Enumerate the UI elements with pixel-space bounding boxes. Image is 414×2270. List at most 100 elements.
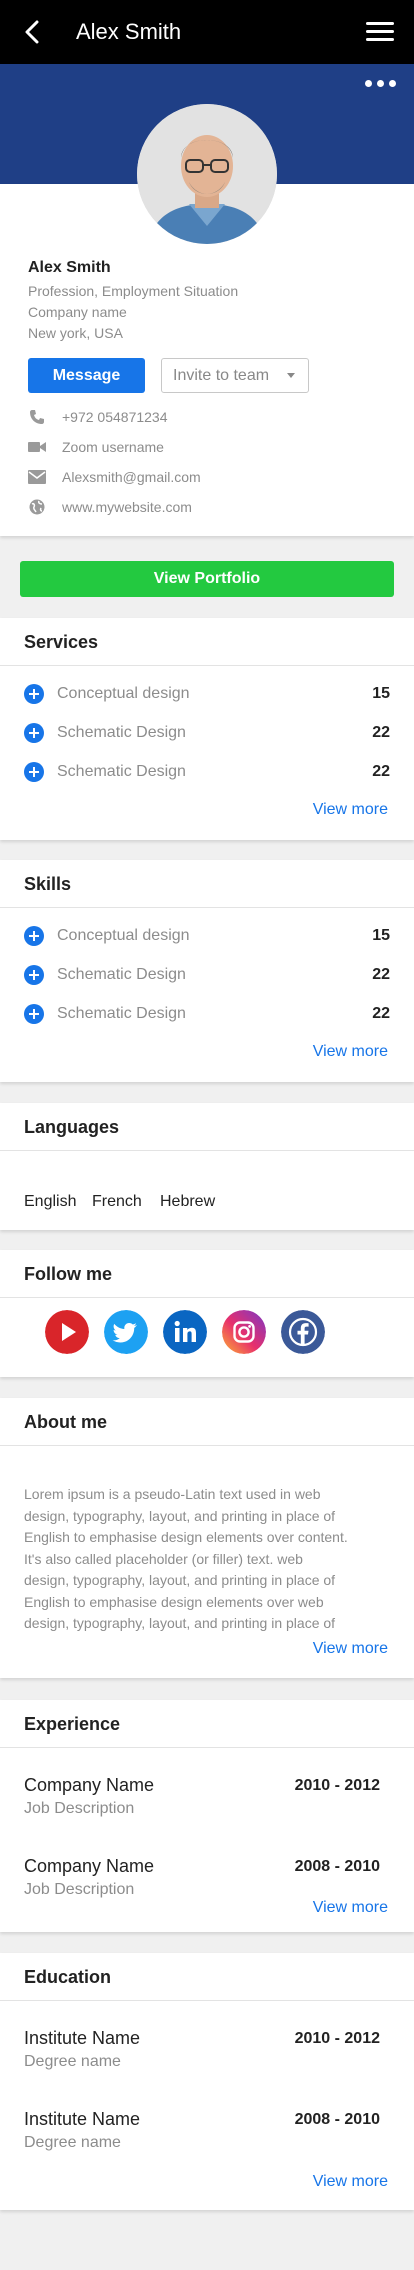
skill-count: 15: [372, 927, 390, 944]
service-count: 15: [372, 685, 390, 702]
about-line: It's also called placeholder (or filler)…: [24, 1550, 303, 1567]
facebook-icon[interactable]: [281, 1310, 325, 1354]
education-title: Education: [24, 1967, 112, 1987]
divider: [0, 1445, 414, 1446]
service-item[interactable]: Conceptual design 15: [24, 683, 390, 705]
divider: [0, 665, 414, 666]
contact-website[interactable]: www.mywebsite.com: [28, 497, 192, 517]
experience-years: 2008 - 2010: [294, 1858, 380, 1875]
avatar: [137, 104, 277, 244]
avatar-photo: [137, 104, 277, 244]
about-text: Lorem ipsum is a pseudo-Latin text used …: [24, 1484, 364, 1635]
view-portfolio-button[interactable]: View Portfolio: [20, 561, 394, 597]
profile-location: New york, USA: [28, 325, 123, 341]
education-years: 2010 - 2012: [294, 2030, 380, 2047]
plus-circle-icon[interactable]: [24, 1004, 44, 1024]
skill-count: 22: [372, 1005, 390, 1022]
experience-view-more-link[interactable]: View more: [313, 1899, 388, 1917]
language-item: French: [92, 1193, 142, 1210]
service-count: 22: [372, 763, 390, 780]
services-title: Services: [24, 632, 99, 652]
experience-card: Experience Company Name 2010 - 2012 Job …: [0, 1700, 414, 1932]
globe-icon: [28, 498, 46, 516]
skill-item[interactable]: Conceptual design 15: [24, 925, 390, 947]
profile-name: Alex Smith: [28, 259, 111, 276]
education-degree: Degree name: [24, 2134, 121, 2151]
twitter-icon[interactable]: [104, 1310, 148, 1354]
education-view-more-link[interactable]: View more: [313, 2173, 388, 2191]
about-line: design, typography, layout, and printing…: [24, 1507, 336, 1524]
language-item: English: [24, 1193, 77, 1210]
services-card: Services Conceptual design 15 Schematic …: [0, 618, 414, 840]
education-card: Education Institute Name 2010 - 2012 Deg…: [0, 1953, 414, 2210]
skills-title: Skills: [24, 874, 72, 894]
follow-title: Follow me: [24, 1264, 113, 1284]
service-label: Schematic Design: [57, 724, 186, 741]
profile-company: Company name: [28, 304, 127, 320]
divider: [0, 1150, 414, 1151]
divider: [0, 1747, 414, 1748]
language-item: Hebrew: [160, 1193, 216, 1210]
service-label: Conceptual design: [57, 685, 190, 702]
divider: [0, 2000, 414, 2001]
divider: [0, 1297, 414, 1298]
about-view-more-link[interactable]: View more: [313, 1640, 388, 1658]
follow-card: Follow me: [0, 1250, 414, 1377]
experience-title: Experience: [24, 1714, 121, 1734]
services-view-more-link[interactable]: View more: [313, 801, 388, 819]
about-line: design, typography, layout, and printing…: [24, 1572, 336, 1588]
plus-circle-icon[interactable]: [24, 965, 44, 985]
linkedin-icon[interactable]: [163, 1310, 207, 1354]
profile-profession: Profession, Employment Situation: [28, 283, 239, 299]
video-camera-icon: [28, 438, 46, 456]
service-count: 22: [372, 724, 390, 741]
education-institute: Institute Name: [24, 2109, 141, 2129]
about-line: design, typography, layout, and printing…: [24, 1615, 336, 1631]
experience-years: 2010 - 2012: [294, 1777, 380, 1794]
skill-label: Schematic Design: [57, 966, 186, 983]
youtube-icon[interactable]: [45, 1310, 89, 1354]
education-degree: Degree name: [24, 2053, 121, 2070]
skills-view-more-link[interactable]: View more: [313, 1043, 388, 1061]
invite-to-team-select[interactable]: Invite to team: [161, 358, 309, 393]
skill-label: Conceptual design: [57, 927, 190, 944]
skills-card: Skills Conceptual design 15 Schematic De…: [0, 860, 414, 1082]
skill-item[interactable]: Schematic Design 22: [24, 1003, 390, 1025]
languages-card: Languages English French Hebrew: [0, 1103, 414, 1230]
divider: [0, 907, 414, 908]
phone-icon: [28, 408, 46, 426]
service-label: Schematic Design: [57, 763, 186, 780]
skill-label: Schematic Design: [57, 1005, 186, 1022]
experience-description: Job Description: [24, 1881, 135, 1898]
skill-item[interactable]: Schematic Design 22: [24, 964, 390, 986]
instagram-icon[interactable]: [222, 1310, 266, 1354]
education-institute: Institute Name: [24, 2028, 141, 2048]
mail-icon: [28, 468, 46, 486]
contact-phone[interactable]: +972 054871234: [28, 407, 168, 427]
invite-select-label: Invite to team: [173, 367, 270, 384]
about-card: About me Lorem ipsum is a pseudo-Latin t…: [0, 1398, 414, 1678]
contact-text: Alexsmith@gmail.com: [62, 469, 201, 485]
contact-text: Zoom username: [62, 439, 164, 455]
service-item[interactable]: Schematic Design 22: [24, 761, 390, 783]
profile-card: Alex Smith Profession, Employment Situat…: [0, 0, 414, 536]
contact-zoom[interactable]: Zoom username: [28, 437, 164, 457]
about-title: About me: [24, 1412, 107, 1432]
about-line: English to emphasise design elements ove…: [24, 1529, 348, 1545]
plus-circle-icon[interactable]: [24, 723, 44, 743]
plus-circle-icon[interactable]: [24, 762, 44, 782]
message-button[interactable]: Message: [28, 358, 145, 393]
experience-company: Company Name: [24, 1775, 155, 1795]
contact-email[interactable]: Alexsmith@gmail.com: [28, 467, 201, 487]
service-item[interactable]: Schematic Design 22: [24, 722, 390, 744]
caret-down-icon: [287, 373, 295, 378]
education-years: 2008 - 2010: [294, 2111, 380, 2128]
experience-company: Company Name: [24, 1856, 155, 1876]
plus-circle-icon[interactable]: [24, 926, 44, 946]
contact-text: www.mywebsite.com: [62, 499, 192, 515]
about-line: English to emphasise design elements ove…: [24, 1593, 324, 1610]
experience-description: Job Description: [24, 1800, 135, 1817]
languages-title: Languages: [24, 1117, 120, 1137]
plus-circle-icon[interactable]: [24, 684, 44, 704]
contact-text: +972 054871234: [62, 409, 168, 425]
